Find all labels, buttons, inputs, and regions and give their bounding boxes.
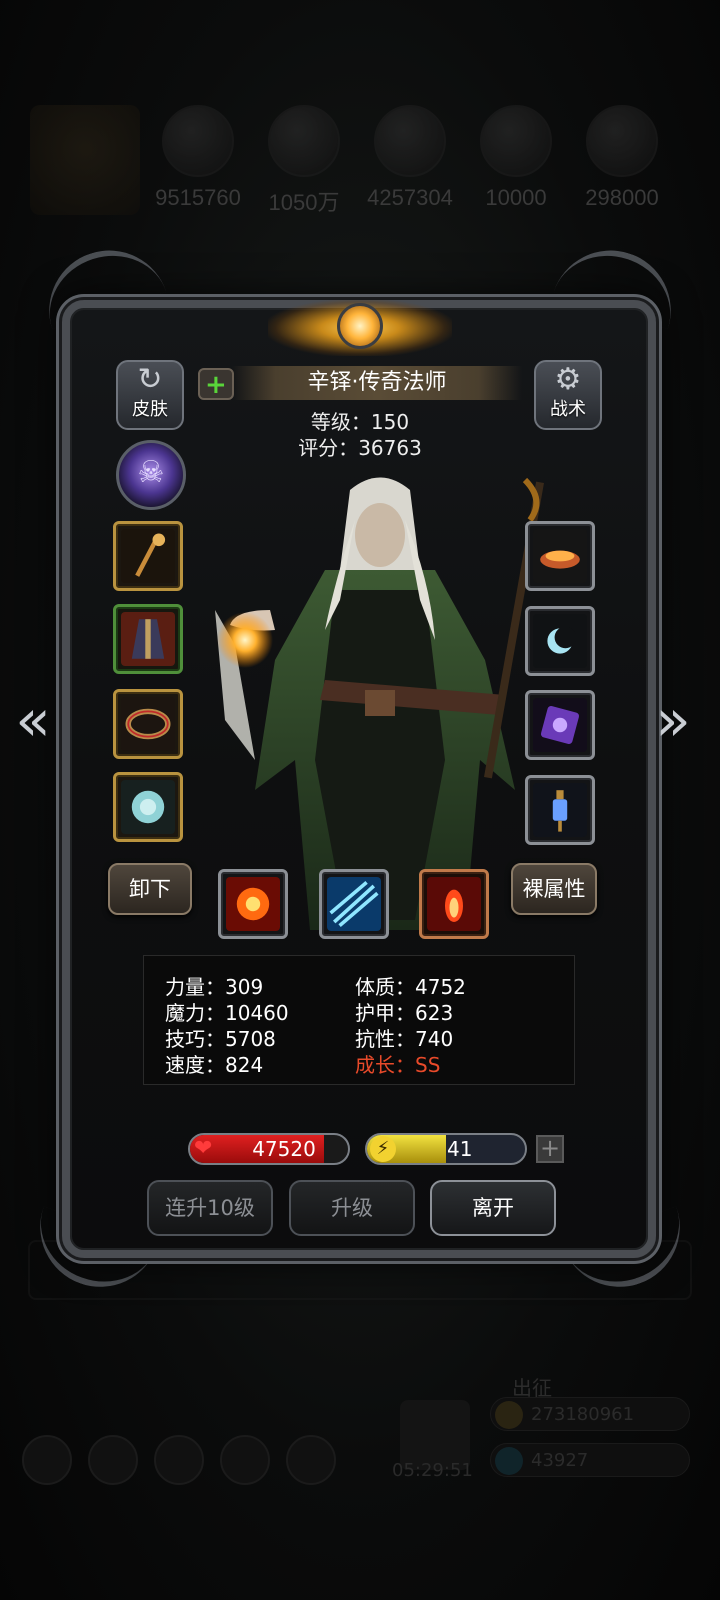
resource-icon — [162, 105, 234, 177]
background-round-icon — [22, 1435, 72, 1485]
equip-slot-bracer[interactable] — [113, 689, 183, 759]
energy-value: 41 — [447, 1137, 473, 1161]
explosion-icon — [226, 877, 280, 931]
resource-item: 4257304 — [360, 105, 460, 211]
resource-value: 1050万 — [268, 190, 340, 215]
resource-item: 1050万 — [254, 105, 354, 217]
background-gem-counter: 43927 — [490, 1443, 690, 1477]
tactics-button[interactable]: ⚙ 战术 — [534, 360, 602, 430]
hero-portrait — [30, 105, 140, 215]
stat-growth: 成长：SS — [355, 1053, 441, 1077]
level-up-button[interactable]: 升级 — [289, 1180, 415, 1236]
leave-button[interactable]: 离开 — [430, 1180, 556, 1236]
panel-emblem-icon — [337, 303, 383, 349]
resource-item: 10000 — [466, 105, 566, 211]
lantern-icon — [533, 783, 587, 837]
score-value: 36763 — [358, 436, 422, 460]
unequip-button[interactable]: 卸下 — [108, 863, 192, 915]
tactics-button-label: 战术 — [550, 399, 586, 420]
gold-coin-icon — [495, 1401, 523, 1429]
resource-item: 9515760 — [148, 105, 248, 211]
ring-icon — [121, 780, 175, 834]
resource-value: 9515760 — [155, 185, 241, 210]
moon-icon — [533, 614, 587, 668]
resource-icon — [480, 105, 552, 177]
level-label: 等级： — [310, 410, 371, 434]
skill-slot-flame[interactable] — [419, 869, 489, 939]
background-gold-counter: 273180961 — [490, 1397, 690, 1431]
skill-slot-ice[interactable] — [319, 869, 389, 939]
hp-value: 47520 — [252, 1137, 316, 1161]
chevron-left-icon[interactable]: « — [8, 685, 58, 755]
resource-icon — [268, 105, 340, 177]
gem-value: 43927 — [531, 1450, 589, 1471]
plus-icon: + — [205, 370, 227, 400]
background-round-icon — [286, 1435, 336, 1485]
chevron-right-icon[interactable]: » — [648, 685, 698, 755]
shirt-refresh-icon: ↻ — [137, 362, 163, 397]
equip-slot-weapon[interactable] — [113, 521, 183, 591]
equip-slot-tome[interactable] — [525, 690, 595, 760]
aura-skill-slot[interactable]: ☠ — [116, 440, 186, 510]
equip-slot-lantern[interactable] — [525, 775, 595, 845]
equip-slot-amulet[interactable] — [525, 606, 595, 676]
add-hero-button[interactable]: + — [198, 368, 234, 400]
resource-value: 10000 — [485, 185, 547, 210]
background-round-icon — [220, 1435, 270, 1485]
hero-level: 等级：150 — [0, 406, 720, 435]
heart-icon: ❤ — [194, 1136, 213, 1161]
stat-skill: 技巧：5708 — [165, 1027, 276, 1051]
ice-slash-icon — [327, 877, 381, 931]
stat-resistance: 抗性：740 — [355, 1027, 454, 1051]
resource-icon — [586, 105, 658, 177]
base-attributes-button[interactable]: 裸属性 — [511, 863, 597, 915]
hero-score: 评分：36763 — [0, 432, 720, 461]
resource-item: 298000 — [572, 105, 672, 211]
hp-bar: ❤ 47520 — [188, 1133, 350, 1165]
level-value: 150 — [370, 410, 410, 434]
crown-icon — [533, 529, 587, 583]
equip-slot-armor[interactable] — [113, 604, 183, 674]
gear-icon: ⚙ — [554, 362, 582, 397]
lightning-icon: ⚡ — [370, 1136, 396, 1162]
stat-speed: 速度：824 — [165, 1053, 264, 1077]
energy-bar: ⚡ 41 — [365, 1133, 527, 1165]
resource-icon — [374, 105, 446, 177]
robe-icon — [121, 612, 175, 666]
flame-icon — [427, 877, 481, 931]
gold-value: 273180961 — [531, 1404, 635, 1425]
staff-icon — [121, 529, 175, 583]
resource-value: 298000 — [585, 185, 659, 210]
bracelet-icon — [121, 697, 175, 751]
add-energy-button[interactable]: + — [536, 1135, 564, 1163]
spellbook-icon — [533, 698, 587, 752]
resource-row: 9515760 1050万 4257304 10000 298000 — [0, 105, 720, 225]
background-round-icon — [88, 1435, 138, 1485]
skin-button[interactable]: ↻ 皮肤 — [116, 360, 184, 430]
score-label: 评分： — [298, 436, 359, 460]
fang-emblem-icon: ☠ — [137, 455, 165, 490]
background-timer: 05:29:51 — [392, 1460, 473, 1481]
stat-constitution: 体质：4752 — [355, 975, 466, 999]
skill-slot-explosion[interactable] — [218, 869, 288, 939]
hero-name: 辛铎·传奇法师 — [232, 366, 522, 400]
gem-icon — [495, 1447, 523, 1475]
skin-button-label: 皮肤 — [132, 399, 168, 420]
stat-magic: 魔力：10460 — [165, 1001, 289, 1025]
stat-strength: 力量：309 — [165, 975, 264, 999]
level-up-10-button[interactable]: 连升10级 — [147, 1180, 273, 1236]
background-round-icon — [154, 1435, 204, 1485]
equip-slot-ring[interactable] — [113, 772, 183, 842]
equip-slot-crown[interactable] — [525, 521, 595, 591]
resource-value: 4257304 — [367, 185, 453, 210]
stat-armor: 护甲：623 — [355, 1001, 454, 1025]
